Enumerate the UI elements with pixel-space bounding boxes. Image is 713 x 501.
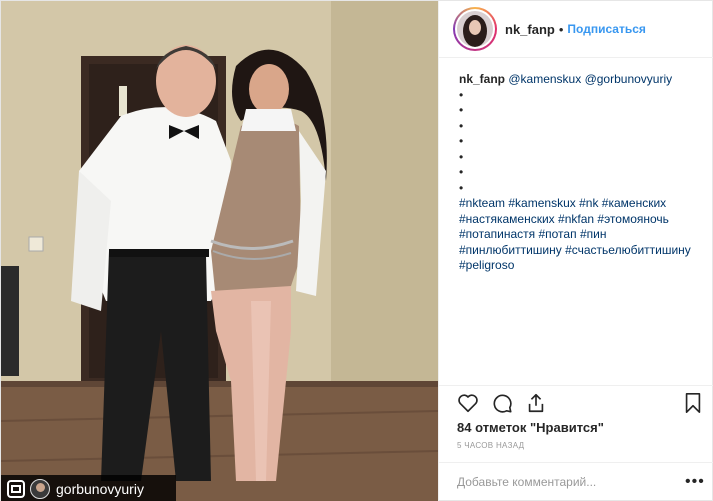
caption-bullet: •	[459, 134, 464, 148]
post-timestamp[interactable]: 5 ЧАСОВ НАЗАД	[457, 441, 524, 450]
hashtag-link[interactable]: #потап	[538, 227, 576, 241]
caption-bullets: • • • • • • •	[459, 88, 709, 197]
comment-icon[interactable]	[491, 392, 513, 414]
instagram-post: gorbunovyuriy nk_fanp • Подписаться nk_f…	[0, 0, 713, 501]
hashtag-link[interactable]: #каменских	[602, 196, 666, 210]
bookmark-icon[interactable]	[683, 392, 703, 414]
like-count[interactable]: 84 отметок "Нравится"	[457, 420, 604, 435]
caption-bullet: •	[459, 87, 464, 102]
share-icon[interactable]	[525, 392, 547, 414]
caption-first-line: nk_fanp @kamenskux @gorbunovyuriy	[459, 72, 709, 88]
hashtag-link[interactable]: #настякаменских	[459, 212, 555, 226]
mention-link[interactable]: @kamenskux	[508, 72, 581, 86]
comment-input[interactable]	[457, 475, 677, 489]
story-ring[interactable]	[453, 7, 497, 51]
comment-bar: •••	[439, 462, 713, 501]
post-side-panel: nk_fanp • Подписаться nk_fanp @kamenskux…	[438, 1, 713, 501]
heart-icon[interactable]	[457, 392, 479, 414]
post-caption: nk_fanp @kamenskux @gorbunovyuriy • • • …	[459, 72, 709, 274]
post-photo[interactable]: gorbunovyuriy	[1, 1, 438, 501]
repost-icon	[7, 479, 25, 498]
hashtag-link[interactable]: #nk	[579, 196, 598, 210]
header-username[interactable]: nk_fanp	[505, 22, 555, 37]
post-header: nk_fanp • Подписаться	[439, 1, 713, 58]
hashtag-link[interactable]: #этомояночь	[597, 212, 669, 226]
follow-button[interactable]: Подписаться	[567, 22, 645, 36]
hashtag-link[interactable]: #счастьелюбиттишину	[565, 243, 691, 257]
mention-link[interactable]: @gorbunovyuriy	[585, 72, 673, 86]
repost-username[interactable]: gorbunovyuriy	[56, 481, 144, 497]
caption-hashtags: #nkteam #kamenskux #nk #каменских #настя…	[459, 196, 709, 274]
caption-bullet: •	[459, 118, 464, 133]
header-separator: •	[558, 21, 564, 37]
hashtag-link[interactable]: #пин	[580, 227, 607, 241]
caption-bullet: •	[459, 149, 464, 164]
caption-username[interactable]: nk_fanp	[459, 72, 505, 86]
hashtag-link[interactable]: #пинлюбиттишину	[459, 243, 562, 257]
caption-bullet: •	[459, 180, 464, 195]
more-options-icon[interactable]: •••	[685, 473, 705, 491]
avatar[interactable]	[457, 11, 493, 47]
hashtag-link[interactable]: #kamenskux	[508, 196, 575, 210]
hashtag-link[interactable]: #потапинастя	[459, 227, 535, 241]
hashtag-link[interactable]: #nkteam	[459, 196, 505, 210]
caption-bullet: •	[459, 103, 464, 117]
repost-credit[interactable]: gorbunovyuriy	[1, 475, 176, 501]
repost-avatar	[30, 478, 50, 499]
hashtag-link[interactable]: #nkfan	[558, 212, 594, 226]
photo-illustration	[1, 1, 438, 501]
hashtag-link[interactable]: #peligroso	[459, 258, 514, 272]
caption-bullet: •	[459, 165, 464, 179]
action-bar	[439, 385, 713, 419]
